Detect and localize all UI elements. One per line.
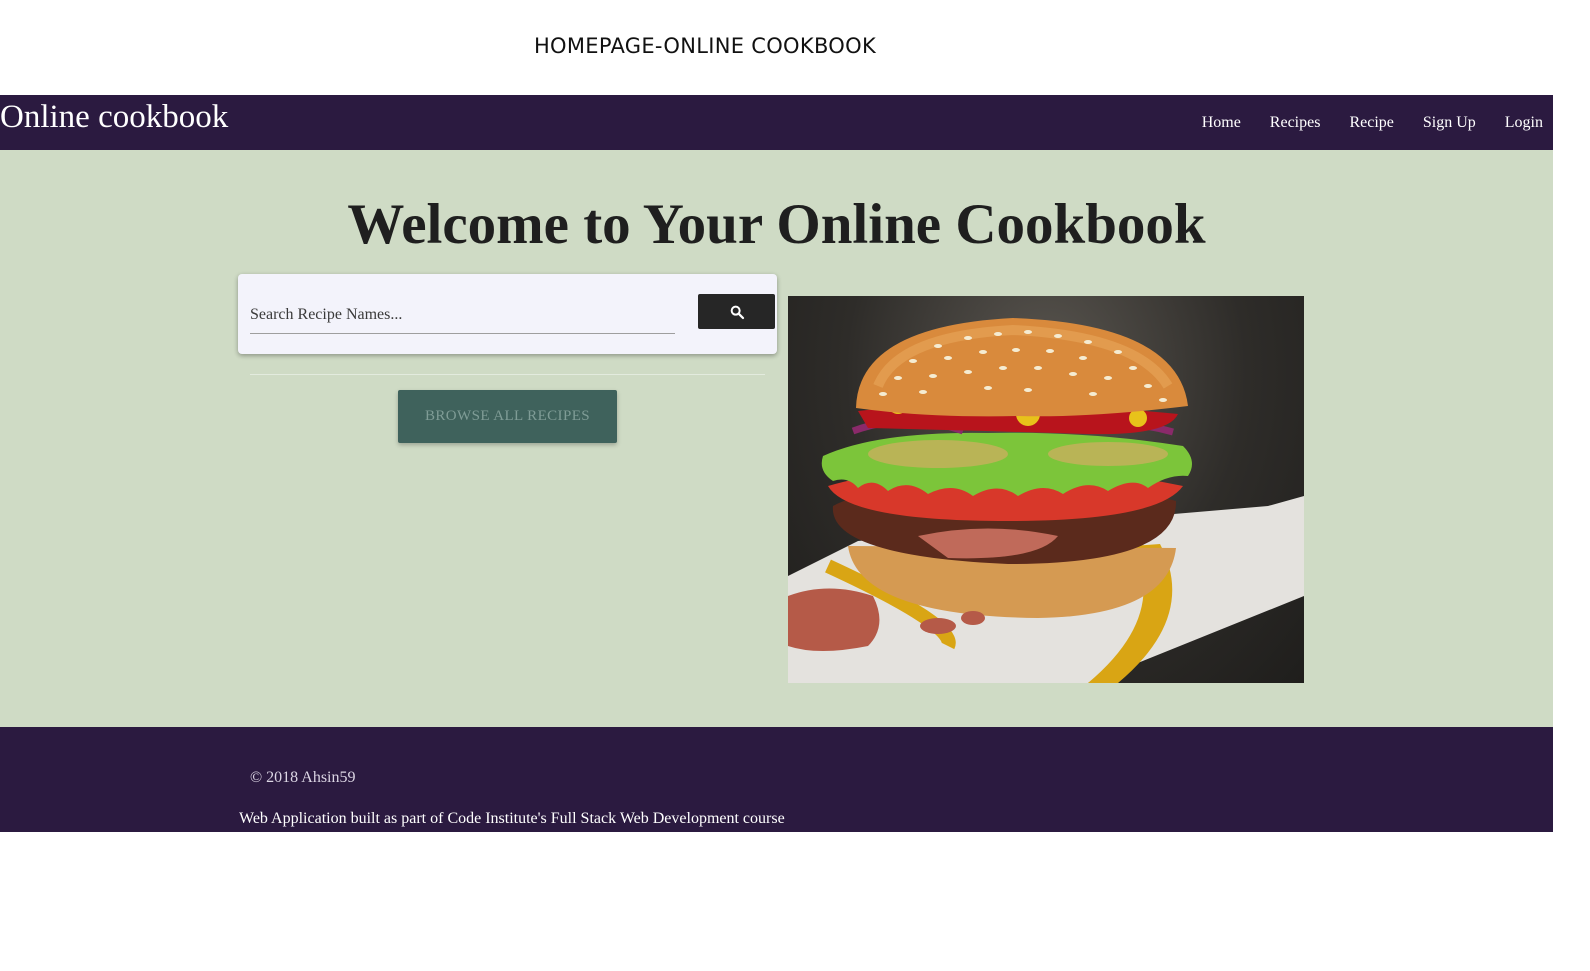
nav-link-home[interactable]: Home — [1202, 114, 1241, 132]
search-icon — [730, 305, 744, 319]
search-input[interactable] — [250, 296, 675, 334]
nav-link-sign-up[interactable]: Sign Up — [1423, 114, 1476, 132]
footer-note: Web Application built as part of Code In… — [239, 810, 785, 827]
browse-all-recipes-button[interactable]: BROWSE ALL RECIPES — [398, 390, 617, 443]
burger-image — [788, 296, 1304, 683]
page-caption: HOMEPAGE-ONLINE COOKBOOK — [533, 34, 877, 58]
main-section: Welcome to Your Online Cookbook BROWSE A… — [0, 150, 1553, 727]
nav-link-recipe[interactable]: Recipe — [1349, 114, 1393, 132]
brand-logo[interactable]: Online cookbook — [0, 99, 228, 136]
footer: © 2018 Ahsin59 Web Application built as … — [0, 727, 1553, 832]
nav-link-login[interactable]: Login — [1505, 114, 1543, 132]
nav-links: Home Recipes Recipe Sign Up Login — [1173, 95, 1543, 150]
copyright-text: © 2018 Ahsin59 — [250, 769, 356, 786]
search-button[interactable] — [698, 294, 775, 329]
navbar: Online cookbook Home Recipes Recipe Sign… — [0, 95, 1553, 150]
burger-illustration — [788, 318, 1304, 683]
welcome-heading: Welcome to Your Online Cookbook — [347, 193, 1206, 256]
search-card — [238, 274, 777, 354]
nav-link-recipes[interactable]: Recipes — [1270, 114, 1321, 132]
divider — [250, 374, 765, 375]
